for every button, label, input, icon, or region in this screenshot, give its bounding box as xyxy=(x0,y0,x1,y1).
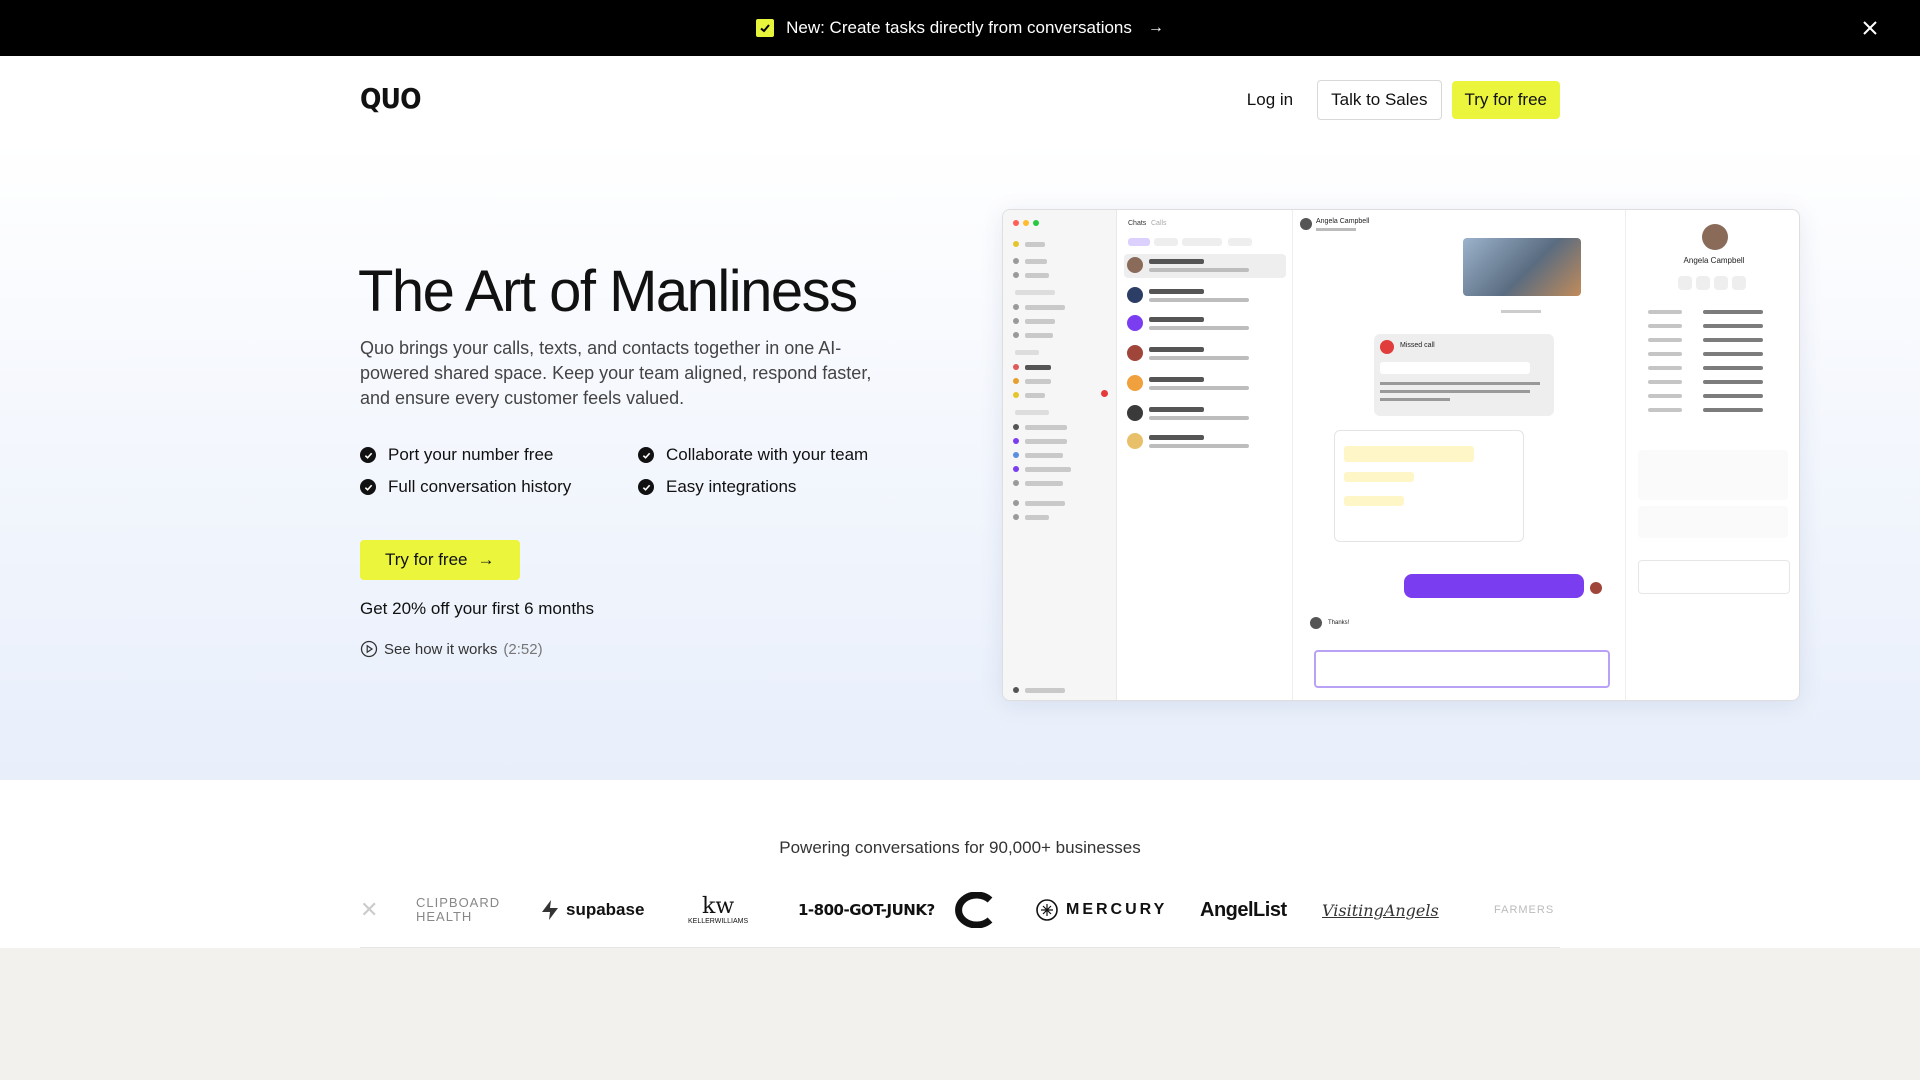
clipboard-health-logo: CLIPBOARD HEALTH xyxy=(416,895,501,924)
mockup-contact-panel: Angela Campbell xyxy=(1625,210,1799,700)
hero-section: The Art of Manliness Quo brings your cal… xyxy=(0,140,1920,780)
supabase-logo: supabase xyxy=(540,880,644,940)
video-duration: (2:52) xyxy=(503,640,543,658)
feature-item: Easy integrations xyxy=(638,477,918,497)
mockup-tab: Chats xyxy=(1128,220,1147,227)
angellist-logo: AngelList xyxy=(1200,898,1287,921)
announcement-bar: New: Create tasks directly from conversa… xyxy=(0,0,1920,56)
talk-to-sales-button[interactable]: Talk to Sales xyxy=(1317,80,1442,120)
keller-williams-logo: kw KELLERWILLIAMS xyxy=(688,893,749,925)
mockup-thanks: Thanks! xyxy=(1328,620,1350,626)
mockup-tab: Calls xyxy=(1151,220,1167,227)
play-circle-icon xyxy=(360,640,378,658)
feature-item: Full conversation history xyxy=(360,477,638,497)
announcement-link[interactable]: New: Create tasks directly from conversa… xyxy=(756,18,1164,38)
try-for-free-hero-button[interactable]: Try for free → xyxy=(360,540,520,580)
partial-logo: ✕ xyxy=(360,897,379,922)
mockup-contact-name: Angela Campbell xyxy=(1683,256,1745,265)
app-screenshot-mockup: Chats Calls Angela Campbell Missed call xyxy=(1002,209,1800,701)
hero-subtitle: Quo brings your calls, texts, and contac… xyxy=(360,338,872,408)
feature-item: Collaborate with your team xyxy=(638,445,918,465)
check-circle-icon xyxy=(638,479,654,495)
next-section xyxy=(0,948,1920,1080)
header-nav: Log in Talk to Sales Try for free xyxy=(1233,80,1560,120)
mockup-contact-header: Angela Campbell xyxy=(1316,218,1370,225)
discount-text: Get 20% off your first 6 months xyxy=(360,599,595,618)
hero-title: The Art of Manliness xyxy=(358,259,858,324)
mercury-logo: MERCURY xyxy=(1036,880,1167,940)
check-circle-icon xyxy=(360,447,376,463)
mockup-missed-call: Missed call xyxy=(1400,342,1435,349)
feature-label: Collaborate with your team xyxy=(666,445,869,464)
announcement-text: New: Create tasks directly from conversa… xyxy=(786,18,1132,37)
arrow-right-icon: → xyxy=(477,550,495,569)
customer-logos-section: Powering conversations for 90,000+ busin… xyxy=(0,780,1920,948)
mockup-conversation: Angela Campbell Missed call Thanks! xyxy=(1294,210,1624,700)
login-link[interactable]: Log in xyxy=(1233,81,1307,119)
logos-carousel: ✕ CLIPBOARD HEALTH supabase kw KELLERWIL… xyxy=(360,880,1560,940)
watch-label: See how it works xyxy=(384,640,498,658)
feature-label: Easy integrations xyxy=(666,477,797,496)
checkbox-icon xyxy=(756,19,775,37)
close-announcement-button[interactable] xyxy=(1856,14,1884,42)
got-junk-logo: 1-800-GOT-JUNK? xyxy=(798,901,935,919)
feature-label: Port your number free xyxy=(388,445,554,464)
logos-caption: Powering conversations for 90,000+ busin… xyxy=(779,838,1141,857)
mockup-sidebar xyxy=(1003,210,1117,700)
check-circle-icon xyxy=(638,447,654,463)
chicago-bears-logo xyxy=(950,880,994,940)
visiting-angels-logo: VisitingAngels xyxy=(1322,900,1439,920)
supabase-bolt-icon xyxy=(542,900,558,920)
feature-item: Port your number free xyxy=(360,445,638,465)
see-how-it-works-link[interactable]: See how it works (2:52) xyxy=(360,640,543,658)
feature-list: Port your number free Collaborate with y… xyxy=(360,445,920,497)
close-icon xyxy=(1863,21,1877,35)
arrow-right-icon: → xyxy=(1147,19,1164,36)
farmers-logo: FARMERS xyxy=(1494,904,1555,916)
cta-label: Try for free xyxy=(385,550,468,569)
quo-logo[interactable]: QUO xyxy=(360,82,422,115)
mockup-conversation-list: Chats Calls xyxy=(1118,210,1293,700)
feature-label: Full conversation history xyxy=(388,477,572,496)
try-for-free-header-button[interactable]: Try for free xyxy=(1451,81,1560,119)
mercury-icon xyxy=(1036,899,1058,921)
check-circle-icon xyxy=(360,479,376,495)
site-header: QUO Log in Talk to Sales Try for free xyxy=(0,56,1920,140)
